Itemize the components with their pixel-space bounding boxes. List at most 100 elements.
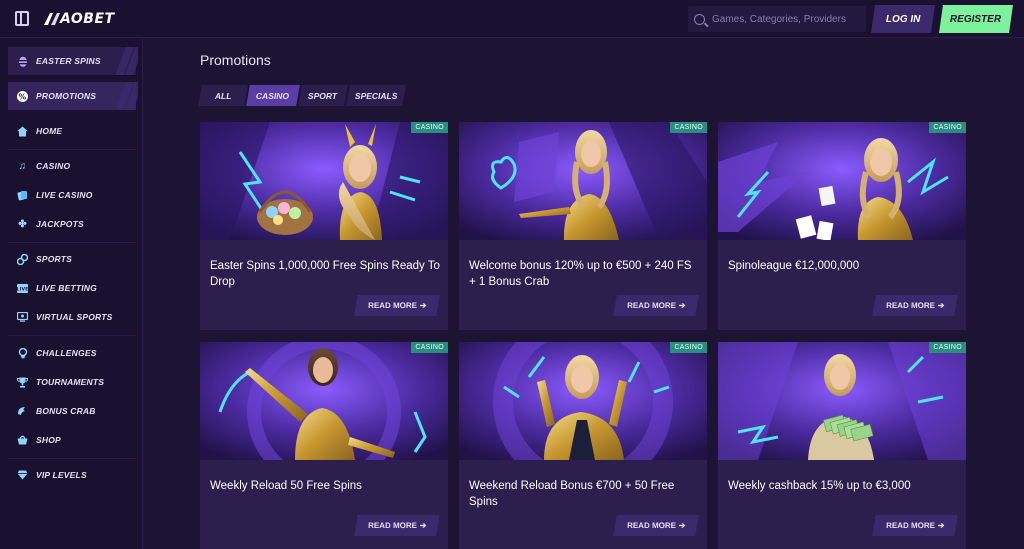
sidebar-item-label: LIVE BETTING xyxy=(36,283,97,293)
top-bar: AOBET LOG IN REGISTER xyxy=(0,0,1024,38)
read-more-button[interactable]: READ MORE ➔ xyxy=(872,295,958,316)
read-more-label: READ MORE ➔ xyxy=(885,301,945,310)
arrow-right-icon: ➔ xyxy=(936,521,945,530)
tab-label: ALL xyxy=(214,90,232,101)
search-input[interactable] xyxy=(712,13,862,25)
promo-image: CASINO xyxy=(718,342,966,460)
sidebar-item-label: VIRTUAL SPORTS xyxy=(36,312,113,322)
promo-card[interactable]: CASINO Weekend Reload Bonus €700 + 50 Fr… xyxy=(459,342,707,549)
music-note-icon: ♫ xyxy=(18,160,27,172)
tab-label: SPORT xyxy=(308,90,338,101)
promo-title: Spinoleague €12,000,000 xyxy=(728,260,860,272)
category-badge: CASINO xyxy=(670,342,707,353)
promo-card[interactable]: CASINO Spinoleague €12,000,000 READ MORE… xyxy=(718,122,966,330)
sidebar-item-label: EASTER SPINS xyxy=(36,56,101,66)
read-more-label: READ MORE ➔ xyxy=(367,521,427,530)
svg-text:%: % xyxy=(19,92,27,101)
sidebar-divider xyxy=(8,335,136,336)
category-badge: CASINO xyxy=(929,342,966,353)
sidebar-item-challenges[interactable]: CHALLENGES xyxy=(8,339,136,367)
sidebar-item-vip-levels[interactable]: VIP LEVELS xyxy=(8,461,136,489)
arrow-right-icon: ➔ xyxy=(677,521,686,530)
logo-mark-icon xyxy=(44,13,60,25)
page-title: Promotions xyxy=(200,52,271,68)
read-more-label: READ MORE ➔ xyxy=(626,521,686,530)
read-more-text: READ MORE xyxy=(885,521,936,530)
promo-image: CASINO xyxy=(718,122,966,240)
arrow-right-icon: ➔ xyxy=(418,301,427,310)
home-icon xyxy=(17,126,28,137)
read-more-label: READ MORE ➔ xyxy=(367,301,427,310)
search-box[interactable] xyxy=(688,6,866,32)
sidebar-item-live-casino[interactable]: LIVE CASINO xyxy=(8,181,136,209)
category-badge: CASINO xyxy=(670,122,707,133)
sidebar-item-label: CASINO xyxy=(36,161,71,171)
sidebar-item-casino[interactable]: ♫ CASINO xyxy=(8,152,136,180)
promo-card[interactable]: CASINO Welcome bonus 120% up to €500 + 2… xyxy=(459,122,707,330)
register-label: REGISTER xyxy=(950,13,1002,25)
screen-icon xyxy=(17,312,28,323)
read-more-button[interactable]: READ MORE ➔ xyxy=(354,515,440,536)
read-more-label: READ MORE ➔ xyxy=(885,521,945,530)
sidebar-item-label: VIP LEVELS xyxy=(36,470,87,480)
sidebar-item-bonus-crab[interactable]: BONUS CRAB xyxy=(8,397,136,425)
promo-title: Easter Spins 1,000,000 Free Spins Ready … xyxy=(210,260,440,288)
read-more-text: READ MORE xyxy=(885,301,936,310)
tab-specials[interactable]: SPECIALS xyxy=(346,85,406,106)
read-more-button[interactable]: READ MORE ➔ xyxy=(354,295,440,316)
promo-card[interactable]: CASINO Easter Spins 1,000,000 Free Spins… xyxy=(200,122,448,330)
promo-title: Welcome bonus 120% up to €500 + 240 FS +… xyxy=(469,260,692,288)
clover-icon: ✤ xyxy=(18,218,27,230)
sidebar-item-promotions[interactable]: % PROMOTIONS xyxy=(8,82,138,110)
tab-sport[interactable]: SPORT xyxy=(298,85,348,106)
tab-all[interactable]: ALL xyxy=(198,85,248,106)
sidebar: EASTER SPINS % PROMOTIONS HOME ♫ CASINO … xyxy=(0,39,143,549)
read-more-text: READ MORE xyxy=(626,301,677,310)
read-more-text: READ MORE xyxy=(626,521,677,530)
promo-card[interactable]: CASINO Weekly Reload 50 Free Spins READ … xyxy=(200,342,448,549)
sidebar-divider xyxy=(8,242,136,243)
logo[interactable]: AOBET xyxy=(42,10,115,28)
sidebar-item-shop[interactable]: SHOP xyxy=(8,426,136,454)
read-more-button[interactable]: READ MORE ➔ xyxy=(613,515,699,536)
sidebar-item-label: BONUS CRAB xyxy=(36,406,96,416)
medal-icon xyxy=(17,347,28,359)
register-button[interactable]: REGISTER xyxy=(939,5,1013,33)
sidebar-divider xyxy=(8,458,136,459)
category-badge: CASINO xyxy=(411,122,448,133)
promo-title: Weekly cashback 15% up to €3,000 xyxy=(728,480,911,492)
sidebar-item-home[interactable]: HOME xyxy=(8,117,136,145)
tab-label: SPECIALS xyxy=(354,90,398,101)
sidebar-item-live-betting[interactable]: LIVE LIVE BETTING xyxy=(8,274,136,302)
arrow-right-icon: ➔ xyxy=(936,301,945,310)
sidebar-item-label: CHALLENGES xyxy=(36,348,97,358)
read-more-text: READ MORE xyxy=(367,301,418,310)
login-label: LOG IN xyxy=(885,13,921,25)
category-badge: CASINO xyxy=(929,122,966,133)
login-button[interactable]: LOG IN xyxy=(871,5,935,33)
read-more-button[interactable]: READ MORE ➔ xyxy=(872,515,958,536)
tab-casino[interactable]: CASINO xyxy=(246,85,300,106)
filter-tabs: ALL CASINO SPORT SPECIALS xyxy=(198,85,406,106)
promo-image: CASINO xyxy=(459,122,707,240)
sidebar-item-label: SHOP xyxy=(36,435,61,445)
category-badge: CASINO xyxy=(411,342,448,353)
sidebar-item-easter-spins[interactable]: EASTER SPINS xyxy=(8,47,138,75)
basket-icon xyxy=(17,435,28,446)
sidebar-item-sports[interactable]: SPORTS xyxy=(8,245,136,273)
promo-title: Weekly Reload 50 Free Spins xyxy=(210,480,362,492)
sidebar-item-jackpots[interactable]: ✤ JACKPOTS xyxy=(8,210,136,238)
sidebar-item-label: PROMOTIONS xyxy=(36,91,97,101)
sidebar-toggle-icon[interactable] xyxy=(15,11,29,26)
trophy-icon xyxy=(17,377,28,388)
arrow-right-icon: ➔ xyxy=(418,521,427,530)
live-icon: LIVE xyxy=(17,283,28,294)
sidebar-divider xyxy=(8,149,136,150)
sidebar-item-tournaments[interactable]: TOURNAMENTS xyxy=(8,368,136,396)
read-more-text: READ MORE xyxy=(367,521,418,530)
sidebar-item-label: LIVE CASINO xyxy=(36,190,93,200)
sports-icon xyxy=(17,253,28,265)
sidebar-item-virtual-sports[interactable]: VIRTUAL SPORTS xyxy=(8,303,136,331)
promo-card[interactable]: CASINO Weekly cashback 15% up to €3,000 … xyxy=(718,342,966,549)
read-more-button[interactable]: READ MORE ➔ xyxy=(613,295,699,316)
